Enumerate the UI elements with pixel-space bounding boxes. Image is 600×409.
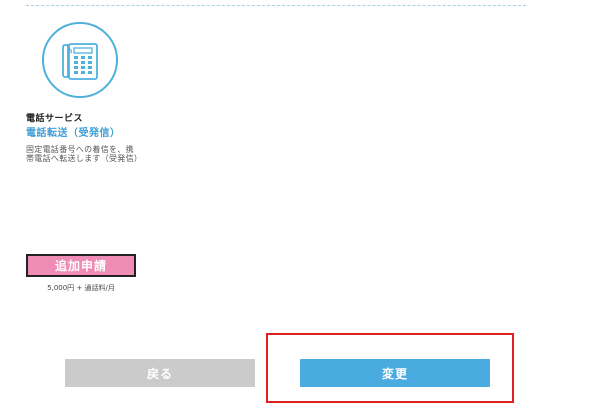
service-description: 固定電話番号への着信を、携帯電話へ転送します（受発信） (26, 145, 143, 163)
price-label: 5,000円 + 通話料/月 (47, 284, 115, 292)
service-name: 電話転送（受発信） (26, 128, 121, 139)
top-divider (26, 5, 526, 6)
back-button[interactable]: 戻る (65, 359, 255, 387)
service-category: 電話サービス (26, 114, 84, 124)
add-application-button[interactable]: 追加申請 (26, 254, 136, 277)
change-button[interactable]: 変更 (300, 359, 490, 387)
telephone-icon (42, 22, 118, 98)
